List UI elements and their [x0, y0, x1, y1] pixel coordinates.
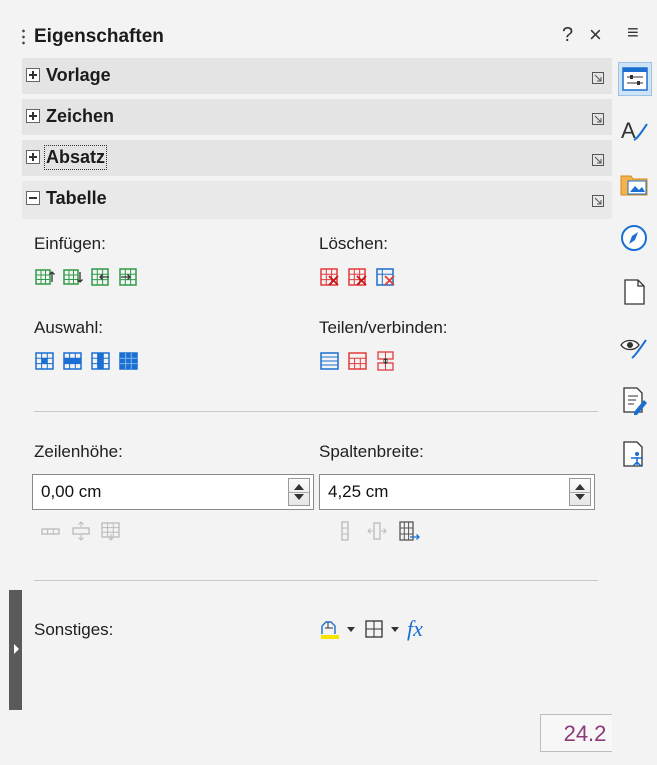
- select-row-icon[interactable]: [62, 350, 84, 372]
- insert-columns-before-icon[interactable]: [90, 266, 112, 288]
- page-tab-icon[interactable]: [618, 276, 652, 310]
- misc-toolbar: fx: [319, 616, 423, 642]
- split-cells-icon[interactable]: [319, 350, 341, 372]
- select-toolbar: [34, 350, 140, 372]
- column-width-stepper[interactable]: [569, 478, 591, 506]
- expand-icon[interactable]: [26, 150, 40, 164]
- column-width-input[interactable]: [326, 481, 530, 503]
- style-inspector-tab-icon[interactable]: [618, 330, 652, 364]
- optimal-row-height-icon[interactable]: [70, 520, 92, 542]
- insert-columns-after-icon[interactable]: [118, 266, 140, 288]
- sidebar-tabbar: ≡ A: [612, 0, 657, 765]
- split-table-icon[interactable]: [375, 350, 397, 372]
- optimal-column-width-icon[interactable]: [366, 520, 388, 542]
- borders-icon[interactable]: [363, 618, 385, 640]
- merge-cells-icon[interactable]: [347, 350, 369, 372]
- collapse-icon[interactable]: [26, 191, 40, 205]
- distribute-rows-icon[interactable]: [100, 520, 122, 542]
- column-size-toolbar: [334, 520, 420, 542]
- section-absatz[interactable]: Absatz: [22, 140, 612, 176]
- row-size-toolbar: [40, 520, 122, 542]
- row-height-stepper[interactable]: [288, 478, 310, 506]
- select-column-icon[interactable]: [90, 350, 112, 372]
- row-height-label: Zeilenhöhe:: [34, 442, 123, 461]
- delete-label: Löschen:: [319, 234, 388, 253]
- delete-columns-icon[interactable]: [347, 266, 369, 288]
- formula-button[interactable]: fx: [407, 616, 423, 642]
- chevron-down-icon[interactable]: [391, 626, 399, 632]
- manage-changes-tab-icon[interactable]: [618, 384, 652, 418]
- insert-rows-above-icon[interactable]: [34, 266, 56, 288]
- row-height-field[interactable]: [32, 474, 314, 510]
- select-cell-icon[interactable]: [34, 350, 56, 372]
- expand-icon[interactable]: [26, 68, 40, 82]
- separator: [34, 411, 598, 412]
- more-options-icon[interactable]: [592, 154, 604, 166]
- select-label: Auswahl:: [34, 318, 103, 337]
- panel-title: Eigenschaften: [34, 26, 164, 47]
- gallery-tab-icon[interactable]: [618, 168, 652, 202]
- distribute-columns-icon[interactable]: [398, 520, 420, 542]
- more-options-icon[interactable]: [592, 72, 604, 84]
- table-cell-background-icon[interactable]: [319, 618, 341, 640]
- accessibility-check-tab-icon[interactable]: [618, 438, 652, 472]
- close-button[interactable]: ×: [589, 22, 602, 48]
- navigator-tab-icon[interactable]: [618, 222, 652, 256]
- expand-icon[interactable]: [26, 109, 40, 123]
- insert-label: Einfügen:: [34, 234, 106, 253]
- sidebar-collapse-handle[interactable]: [9, 590, 22, 710]
- delete-rows-icon[interactable]: [319, 266, 341, 288]
- section-list: Vorlage Zeichen Absatz Tabelle: [22, 58, 612, 219]
- table-section-content: Einfügen: Löschen: Auswahl: Teilen/verbi…: [22, 220, 612, 700]
- separator: [34, 580, 598, 581]
- more-options-icon[interactable]: [592, 113, 604, 125]
- section-tabelle[interactable]: Tabelle: [22, 181, 612, 219]
- minimal-row-height-icon[interactable]: [40, 520, 62, 542]
- split-merge-toolbar: [319, 350, 397, 372]
- section-label: Tabelle: [46, 188, 107, 208]
- section-zeichen[interactable]: Zeichen: [22, 99, 612, 135]
- section-vorlage[interactable]: Vorlage: [22, 58, 612, 94]
- column-width-label: Spaltenbreite:: [319, 442, 424, 461]
- column-width-field[interactable]: [319, 474, 595, 510]
- drag-grip[interactable]: [22, 28, 25, 46]
- insert-rows-below-icon[interactable]: [62, 266, 84, 288]
- misc-label: Sonstiges:: [34, 620, 114, 639]
- delete-table-icon[interactable]: [375, 266, 397, 288]
- more-options-icon[interactable]: [592, 195, 604, 207]
- section-label: Zeichen: [46, 106, 115, 126]
- split-merge-label: Teilen/verbinden:: [319, 318, 448, 337]
- properties-tab-icon[interactable]: [618, 62, 652, 96]
- minimal-column-width-icon[interactable]: [334, 520, 356, 542]
- select-table-icon[interactable]: [118, 350, 140, 372]
- insert-toolbar: [34, 266, 140, 288]
- row-height-input[interactable]: [39, 481, 243, 503]
- panel-header: Eigenschaften ? ×: [22, 18, 612, 54]
- section-label: Vorlage: [46, 65, 111, 85]
- delete-toolbar: [319, 266, 397, 288]
- section-label: Absatz: [43, 145, 108, 170]
- help-button[interactable]: ?: [562, 24, 573, 47]
- styles-tab-icon[interactable]: A: [618, 114, 652, 148]
- chevron-down-icon[interactable]: [347, 626, 355, 632]
- sidebar-menu-button[interactable]: ≡: [627, 22, 639, 45]
